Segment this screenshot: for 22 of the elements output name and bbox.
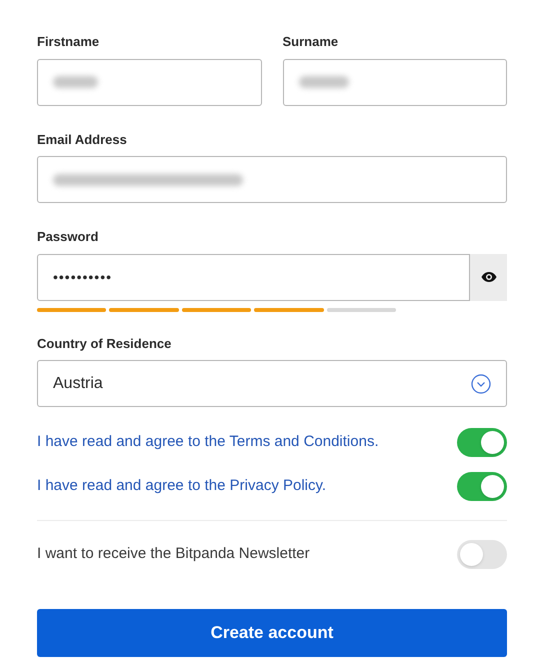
show-password-button[interactable] [470, 254, 507, 300]
toggle-switch[interactable] [457, 472, 507, 501]
input-field[interactable] [37, 58, 262, 106]
agreement-link[interactable]: I have read and agree to the Privacy Policy. [37, 475, 326, 498]
chevron-down-icon [471, 374, 491, 394]
blurred-text [298, 76, 348, 88]
blurred-text [53, 76, 98, 88]
field-label: Firstname [37, 33, 100, 51]
newsletter-label: I want to receive the Bitpanda Newsletter [37, 544, 310, 564]
eye-icon [480, 271, 496, 283]
field-label: Surname [282, 33, 340, 51]
create-account-button[interactable]: Create account [37, 609, 507, 657]
password-field[interactable]: •••••••••• [37, 254, 470, 300]
toggle-switch[interactable] [457, 540, 507, 569]
toggle-switch[interactable] [457, 428, 507, 457]
agreement-link[interactable]: I have read and agree to the Terms and Conditions. [37, 431, 379, 454]
field-label: Country of Residence [37, 334, 172, 353]
field-label: Email Address [37, 130, 128, 148]
input-field[interactable] [37, 156, 507, 203]
field-label: Password [37, 228, 100, 246]
input-field[interactable] [282, 58, 507, 106]
country-select[interactable]: Austria [37, 360, 507, 407]
